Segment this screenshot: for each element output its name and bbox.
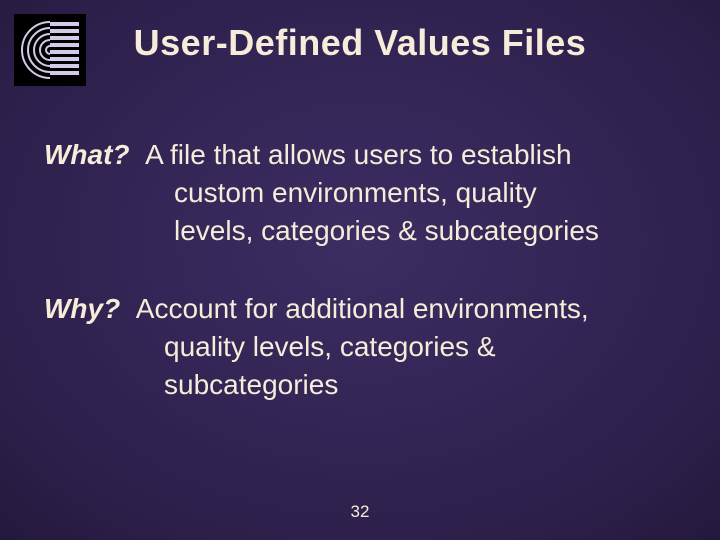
slide: User-Defined Values Files What? A file t… xyxy=(0,0,720,540)
why-text-2: quality levels, categories & xyxy=(164,328,682,366)
page-number: 32 xyxy=(0,502,720,522)
why-text-1: Account for additional environments, xyxy=(136,293,589,324)
what-label: What? xyxy=(44,139,130,170)
what-text-2: custom environments, quality xyxy=(174,174,682,212)
why-block: Why? Account for additional environments… xyxy=(44,290,682,404)
slide-body: What? A file that allows users to establ… xyxy=(44,136,682,444)
why-line1: Why? Account for additional environments… xyxy=(44,290,682,328)
why-text-3: subcategories xyxy=(164,366,682,404)
what-text-3: levels, categories & subcategories xyxy=(174,212,682,250)
what-line1: What? A file that allows users to establ… xyxy=(44,136,682,174)
why-label: Why? xyxy=(44,293,120,324)
what-text-1: A file that allows users to establish xyxy=(145,139,571,170)
slide-title: User-Defined Values Files xyxy=(0,22,720,64)
what-block: What? A file that allows users to establ… xyxy=(44,136,682,250)
